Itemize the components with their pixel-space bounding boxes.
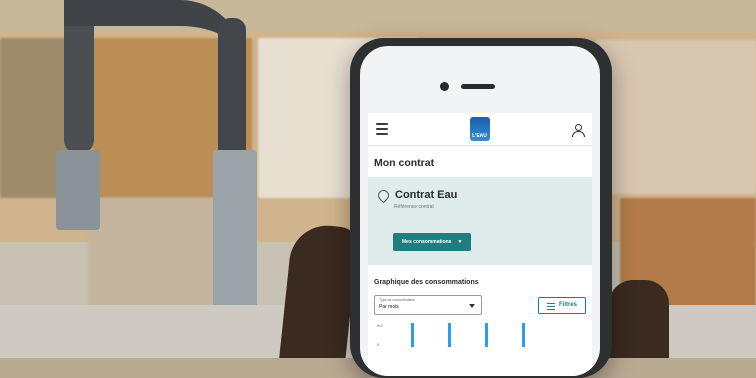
page-title: Mon contrat — [374, 157, 435, 169]
logo-text: L'EAU — [472, 133, 487, 139]
contract-subtitle: Référence contrat — [394, 204, 434, 210]
filters-button[interactable]: Filtres — [537, 296, 586, 314]
filters-button-label: Filtres — [558, 302, 577, 308]
chart-bar — [448, 323, 451, 347]
phone-screen: L'EAU Mon contrat Contrat Eau Référence … — [368, 113, 592, 376]
graph-section: Graphique des consommations Type de cons… — [368, 265, 592, 361]
select-value: Par mois — [379, 304, 399, 310]
menu-icon[interactable] — [376, 122, 388, 136]
faucet-body — [213, 150, 257, 320]
filter-icon — [546, 302, 555, 310]
consumption-type-select[interactable]: Type de consommation Par mois — [374, 295, 482, 315]
phone: L'EAU Mon contrat Contrat Eau Référence … — [350, 38, 612, 378]
app-topbar: L'EAU — [368, 113, 592, 146]
contract-title: Contrat Eau — [395, 189, 458, 201]
earpiece-speaker — [461, 84, 495, 89]
select-label: Type de consommation — [379, 298, 416, 302]
x-axis-tick: 0 — [377, 342, 380, 347]
graph-title: Graphique des consommations — [374, 279, 479, 286]
phone-face: L'EAU Mon contrat Contrat Eau Référence … — [360, 46, 600, 376]
chart-bar — [411, 323, 414, 347]
contract-row: Contrat Eau — [375, 187, 582, 203]
water-drop-icon — [375, 187, 392, 203]
dropdown-arrow-icon: ▼ — [457, 239, 463, 245]
consumptions-button[interactable]: Mes consommations ▼ — [393, 233, 472, 251]
faucet-body — [56, 150, 100, 230]
contract-card: Contrat Eau Référence contrat Mes consom… — [368, 177, 592, 265]
wall-tile — [595, 40, 756, 194]
chart-bar — [485, 323, 488, 347]
consumptions-button-label: Mes consommations — [402, 239, 452, 245]
consumption-chart: m3 0 — [374, 319, 586, 347]
filters-row: Type de consommation Par mois Filtres — [374, 295, 586, 315]
hand-right — [609, 280, 669, 358]
chevron-down-icon — [469, 304, 475, 308]
wall-tile — [88, 198, 218, 308]
y-axis-label: m3 — [377, 323, 383, 328]
water-logo-icon[interactable]: L'EAU — [469, 117, 490, 141]
user-icon[interactable] — [571, 123, 585, 137]
chart-bar — [522, 323, 525, 347]
front-camera — [440, 82, 449, 91]
faucet-pipe-right — [218, 18, 246, 161]
